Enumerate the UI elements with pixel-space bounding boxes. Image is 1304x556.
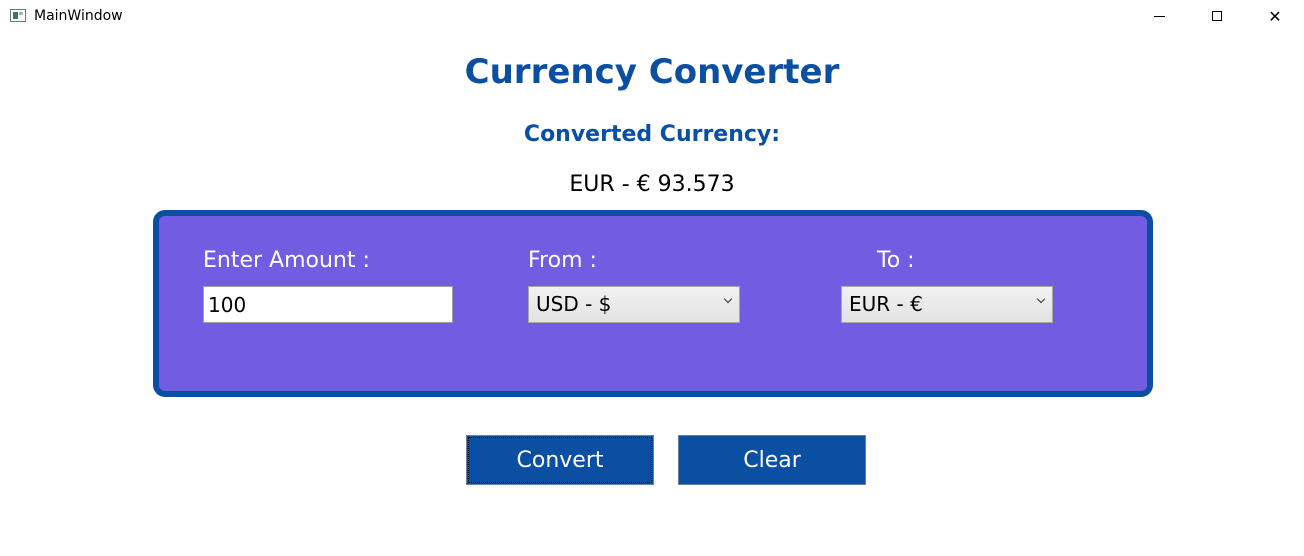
convert-button[interactable]: Convert — [466, 435, 654, 485]
close-icon: ✕ — [1268, 6, 1282, 26]
app-icon — [10, 9, 26, 22]
to-label: To : — [877, 248, 915, 273]
minimize-button[interactable] — [1136, 0, 1182, 32]
from-currency-select[interactable]: USD - $ — [528, 286, 740, 323]
from-label: From : — [528, 248, 597, 273]
page-title: Currency Converter — [464, 52, 840, 92]
window-title: MainWindow — [34, 8, 123, 24]
chevron-down-icon — [723, 294, 733, 304]
chevron-down-icon — [1036, 294, 1046, 304]
converted-currency-value: EUR - € 93.573 — [569, 172, 735, 197]
to-currency-value: EUR - € — [849, 292, 923, 316]
clear-button[interactable]: Clear — [678, 435, 866, 485]
amount-label: Enter Amount : — [203, 248, 370, 273]
minimize-icon — [1153, 15, 1165, 17]
from-currency-value: USD - $ — [536, 292, 612, 316]
close-button[interactable]: ✕ — [1252, 0, 1298, 32]
maximize-button[interactable] — [1194, 0, 1240, 32]
main-window: MainWindow ✕ Currency Converter Converte… — [0, 0, 1304, 556]
to-currency-select[interactable]: EUR - € — [841, 286, 1053, 323]
amount-input[interactable] — [203, 286, 453, 323]
maximize-icon — [1212, 11, 1222, 21]
title-bar[interactable]: MainWindow ✕ — [0, 0, 1304, 32]
converted-currency-label: Converted Currency: — [523, 122, 781, 147]
converter-panel: Enter Amount : From : To : USD - $ EUR -… — [153, 210, 1153, 397]
